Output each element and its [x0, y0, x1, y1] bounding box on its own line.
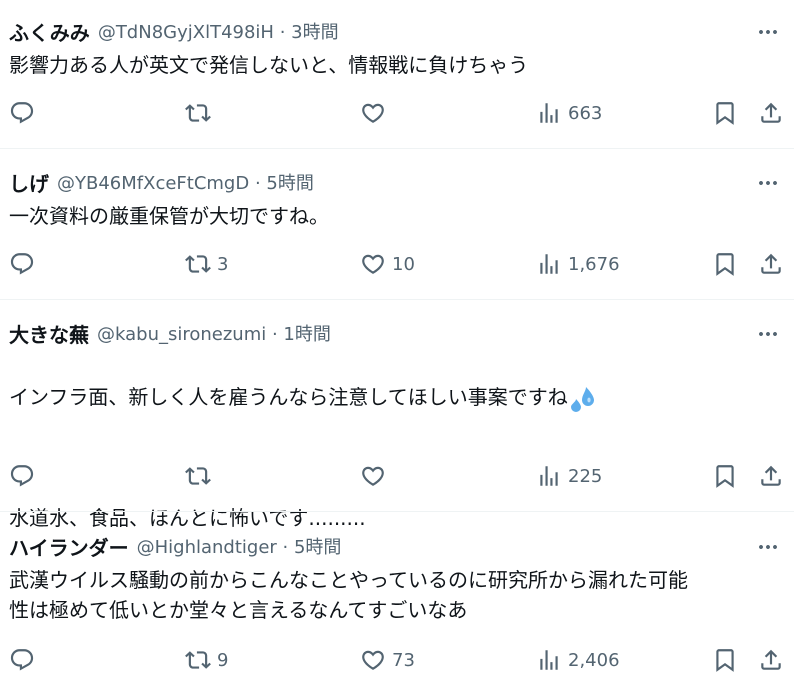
tweet-text-line2: 水道水、食品、ほんとに怖いです......... — [9, 505, 366, 530]
retweet-count: 3 — [217, 253, 229, 275]
share-button[interactable] — [758, 645, 784, 675]
tweet-text: 一次資料の厳重保管が大切ですね。 — [9, 204, 329, 228]
sweat-droplets-emoji — [570, 386, 594, 412]
author-handle-time[interactable]: @TdN8GyjXlT498iH · 3時間 — [98, 18, 339, 44]
like-button[interactable] — [360, 98, 392, 128]
reply-button[interactable] — [9, 98, 41, 128]
heart-icon — [360, 251, 386, 277]
author-handle-time[interactable]: @YB46MfXceFtCmgD · 5時間 — [57, 169, 314, 195]
retweet-count: 9 — [217, 649, 229, 671]
more-icon[interactable] — [756, 171, 780, 195]
action-bar: 225 — [0, 461, 794, 491]
share-button[interactable] — [758, 249, 784, 279]
reply-button[interactable] — [9, 461, 41, 491]
divider — [0, 299, 794, 300]
bookmark-button[interactable] — [712, 461, 738, 491]
author-handle-time[interactable]: @kabu_sironezumi · 1時間 — [97, 320, 331, 346]
tweet-header: ハイランダー @Highlandtiger · 5時間 — [9, 531, 341, 561]
reply-icon — [9, 100, 35, 126]
bookmark-icon — [712, 463, 738, 489]
tweet-header: 大きな蕪 @kabu_sironezumi · 1時間 — [9, 318, 331, 348]
more-icon[interactable] — [756, 535, 780, 559]
more-icon[interactable] — [756, 20, 780, 44]
like-count: 73 — [392, 649, 415, 671]
share-button[interactable] — [758, 98, 784, 128]
retweet-button[interactable] — [185, 98, 217, 128]
retweet-icon — [185, 463, 211, 489]
author-name[interactable]: ふくみみ — [9, 17, 90, 46]
views-icon — [536, 647, 562, 673]
heart-icon — [360, 463, 386, 489]
action-bar: 663 — [0, 98, 794, 128]
tweet-header: しげ @YB46MfXceFtCmgD · 5時間 — [9, 167, 314, 197]
tweet-text-line: インフラ面、新しく人を雇うんなら注意してほしい事案ですね — [9, 382, 782, 413]
tweet-text-line1: インフラ面、新しく人を雇うんなら注意してほしい事案ですね — [9, 385, 568, 409]
like-button[interactable]: 73 — [360, 645, 415, 675]
view-count: 2,406 — [568, 649, 620, 671]
action-bar: 3 10 1,676 — [0, 249, 794, 279]
view-count: 225 — [568, 465, 603, 487]
divider — [0, 511, 794, 512]
view-count: 1,676 — [568, 253, 620, 275]
tweet-text: 影響力ある人が英文で発信しないと、情報戦に負けちゃう — [9, 53, 529, 77]
retweet-icon — [185, 647, 211, 673]
reply-icon — [9, 251, 35, 277]
share-icon — [758, 463, 784, 489]
like-button[interactable] — [360, 461, 392, 491]
bookmark-icon — [712, 647, 738, 673]
bookmark-icon — [712, 251, 738, 277]
action-bar: 9 73 2,406 — [0, 645, 794, 675]
heart-icon — [360, 647, 386, 673]
bookmark-icon — [712, 100, 738, 126]
views-icon — [536, 463, 562, 489]
divider — [0, 148, 794, 149]
like-count: 10 — [392, 253, 415, 275]
view-count: 663 — [568, 102, 603, 124]
views-button[interactable]: 1,676 — [536, 249, 620, 279]
retweet-button[interactable]: 3 — [185, 249, 228, 279]
tweet-text: 武漢ウイルス騒動の前からこんなことやっているのに研究所から漏れた可能 性は極めて… — [9, 568, 688, 622]
share-icon — [758, 100, 784, 126]
reply-button[interactable] — [9, 249, 41, 279]
retweet-button[interactable]: 9 — [185, 645, 228, 675]
bookmark-button[interactable] — [712, 645, 738, 675]
retweet-icon — [185, 100, 211, 126]
author-name[interactable]: しげ — [9, 168, 49, 197]
bookmark-button[interactable] — [712, 249, 738, 279]
views-button[interactable]: 2,406 — [536, 645, 620, 675]
share-button[interactable] — [758, 461, 784, 491]
bookmark-button[interactable] — [712, 98, 738, 128]
retweet-button[interactable] — [185, 461, 217, 491]
author-name[interactable]: ハイランダー — [9, 532, 129, 561]
heart-icon — [360, 100, 386, 126]
reply-icon — [9, 463, 35, 489]
tweet-header: ふくみみ @TdN8GyjXlT498iH · 3時間 — [9, 16, 339, 46]
share-icon — [758, 647, 784, 673]
retweet-icon — [185, 251, 211, 277]
views-button[interactable]: 663 — [536, 98, 602, 128]
reply-button[interactable] — [9, 645, 41, 675]
views-button[interactable]: 225 — [536, 461, 602, 491]
like-button[interactable]: 10 — [360, 249, 415, 279]
author-name[interactable]: 大きな蕪 — [9, 319, 89, 348]
share-icon — [758, 251, 784, 277]
views-icon — [536, 251, 562, 277]
views-icon — [536, 100, 562, 126]
reply-icon — [9, 647, 35, 673]
author-handle-time[interactable]: @Highlandtiger · 5時間 — [137, 533, 342, 559]
more-icon[interactable] — [756, 322, 780, 346]
